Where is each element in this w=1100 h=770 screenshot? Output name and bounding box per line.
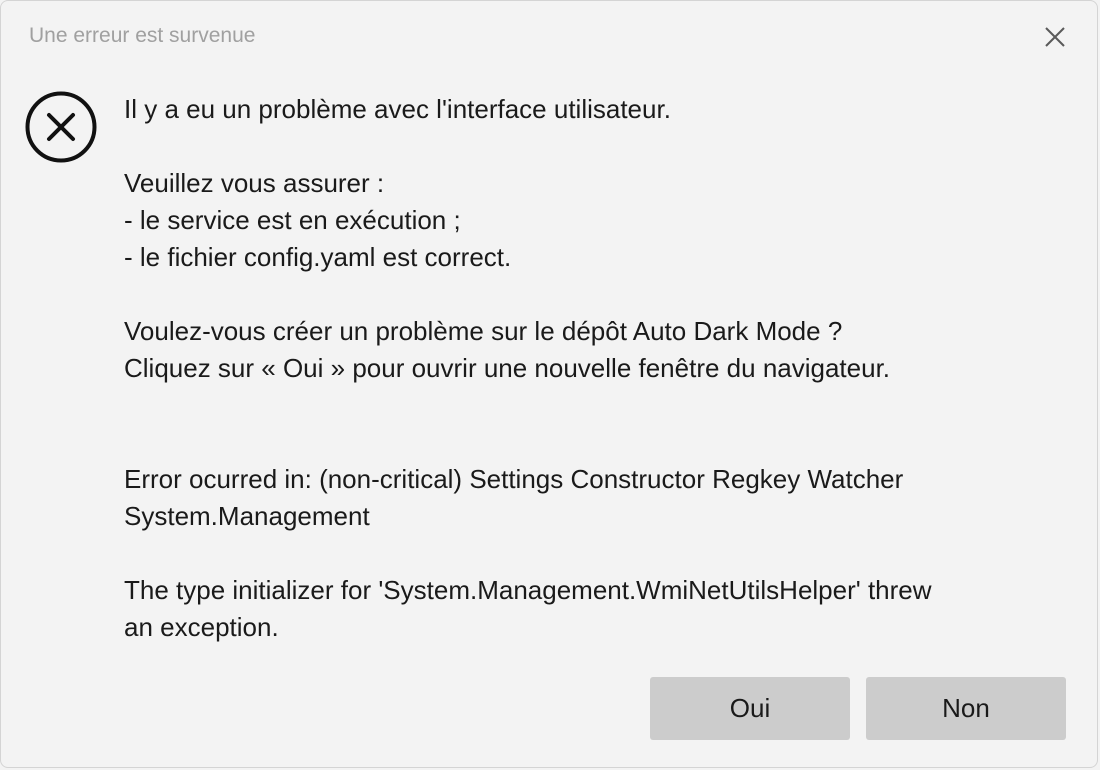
message-line: Il y a eu un problème avec l'interface u… [124, 94, 671, 124]
error-message: Il y a eu un problème avec l'interface u… [124, 91, 1024, 646]
message-line: Veuillez vous assurer : [124, 168, 385, 198]
title-bar: Une erreur est survenue [1, 1, 1097, 71]
yes-button[interactable]: Oui [650, 677, 850, 740]
message-line: System.Management [124, 501, 370, 531]
message-line: - le service est en exécution ; [124, 205, 461, 235]
error-circle-x-icon [24, 90, 98, 164]
window-title: Une erreur est survenue [29, 24, 256, 47]
error-dialog: Une erreur est survenue Il y a eu un pro… [0, 0, 1098, 768]
close-button[interactable] [1035, 17, 1075, 57]
close-icon [1035, 17, 1075, 57]
message-line: Cliquez sur « Oui » pour ouvrir une nouv… [124, 353, 891, 383]
message-line: - le fichier config.yaml est correct. [124, 242, 512, 272]
message-line: Error ocurred in: (non-critical) Setting… [124, 464, 904, 494]
message-line: Voulez-vous créer un problème sur le dép… [124, 316, 843, 346]
message-line: The type initializer for 'System.Managem… [124, 575, 932, 605]
no-button[interactable]: Non [866, 677, 1066, 740]
message-line: an exception. [124, 612, 279, 642]
